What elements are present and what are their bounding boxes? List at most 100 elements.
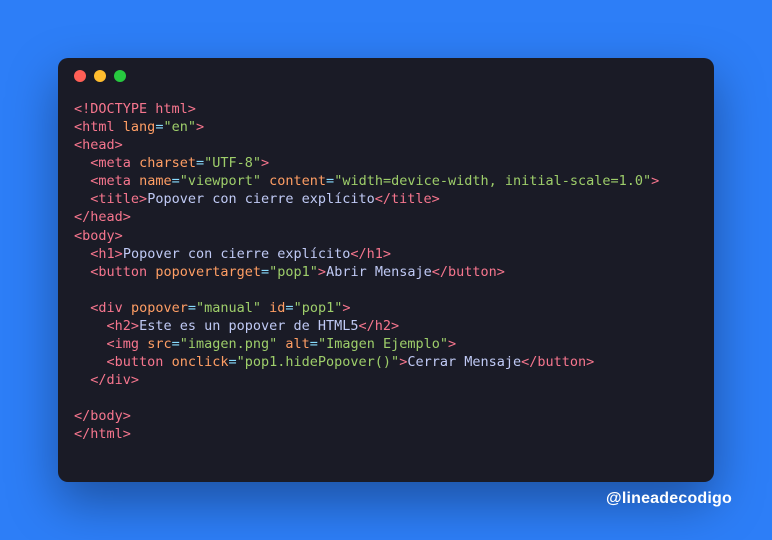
code-token: "UTF-8" — [204, 155, 261, 171]
code-token: "imagen.png" — [180, 336, 278, 352]
close-icon[interactable] — [74, 70, 86, 82]
code-token — [74, 173, 90, 189]
code-token: > — [115, 137, 123, 153]
code-token: body — [82, 228, 115, 244]
code-token — [131, 173, 139, 189]
code-token: id — [269, 300, 285, 316]
code-token: > — [139, 191, 147, 207]
code-token: > — [123, 408, 131, 424]
window-titlebar — [58, 58, 714, 94]
code-token — [261, 173, 269, 189]
code-line: <!DOCTYPE html> — [74, 101, 196, 117]
code-token: "width=device-width, initial-scale=1.0" — [334, 173, 651, 189]
code-token — [74, 354, 107, 370]
code-token: charset — [139, 155, 196, 171]
code-token: </ — [375, 191, 391, 207]
code-token — [74, 318, 107, 334]
code-token: > — [318, 264, 326, 280]
code-token: button — [448, 264, 497, 280]
code-token: > — [196, 119, 204, 135]
code-token — [139, 336, 147, 352]
maximize-icon[interactable] — [114, 70, 126, 82]
code-token: </ — [74, 426, 90, 442]
code-token: > — [131, 372, 139, 388]
code-token: < — [107, 336, 115, 352]
code-token: popovertarget — [155, 264, 261, 280]
code-token: </ — [90, 372, 106, 388]
code-token — [74, 372, 90, 388]
code-token: > — [342, 300, 350, 316]
code-token: > — [261, 155, 269, 171]
code-token — [74, 155, 90, 171]
code-token: meta — [98, 173, 131, 189]
code-token: h1 — [367, 246, 383, 262]
code-token — [74, 246, 90, 262]
code-token: button — [537, 354, 586, 370]
code-token: > — [123, 209, 131, 225]
code-token: "pop1.hidePopover()" — [237, 354, 400, 370]
code-token: = — [326, 173, 334, 189]
code-token: = — [261, 264, 269, 280]
watermark: @lineadecodigo — [606, 490, 732, 508]
code-token — [163, 354, 171, 370]
code-token: </ — [359, 318, 375, 334]
code-token — [131, 155, 139, 171]
code-token: title — [98, 191, 139, 207]
code-token: < — [74, 119, 82, 135]
code-token: > — [115, 228, 123, 244]
code-token: > — [432, 191, 440, 207]
code-token: > — [123, 426, 131, 442]
code-token: = — [188, 300, 196, 316]
code-token: < — [107, 318, 115, 334]
code-token: "pop1" — [294, 300, 343, 316]
code-token: "manual" — [196, 300, 261, 316]
code-token: Popover con cierre explícito — [147, 191, 375, 207]
code-token: button — [115, 354, 164, 370]
code-token: </ — [74, 209, 90, 225]
code-token: head — [82, 137, 115, 153]
code-token: = — [172, 173, 180, 189]
code-token — [115, 119, 123, 135]
code-token: < — [74, 137, 82, 153]
code-token: "en" — [163, 119, 196, 135]
code-token: Este es un popover de HTML5 — [139, 318, 358, 334]
code-token: > — [383, 246, 391, 262]
code-token: = — [285, 300, 293, 316]
code-token: < — [74, 228, 82, 244]
code-token: h2 — [115, 318, 131, 334]
code-token: > — [391, 318, 399, 334]
code-token: = — [310, 336, 318, 352]
code-token: content — [269, 173, 326, 189]
code-token: > — [131, 318, 139, 334]
code-window: <!DOCTYPE html> <html lang="en"> <head> … — [58, 58, 714, 482]
code-token: "viewport" — [180, 173, 261, 189]
code-token: src — [147, 336, 171, 352]
code-token — [261, 300, 269, 316]
code-token: > — [115, 246, 123, 262]
code-token: > — [448, 336, 456, 352]
code-token: onclick — [172, 354, 229, 370]
code-token: title — [391, 191, 432, 207]
code-token: Abrir Mensaje — [326, 264, 432, 280]
code-token: </ — [350, 246, 366, 262]
code-token — [74, 191, 90, 207]
code-token: div — [98, 300, 122, 316]
code-token: div — [107, 372, 131, 388]
code-token: > — [586, 354, 594, 370]
code-token: = — [196, 155, 204, 171]
code-token: body — [90, 408, 123, 424]
code-token: Cerrar Mensaje — [407, 354, 521, 370]
code-token: "pop1" — [269, 264, 318, 280]
code-token: img — [115, 336, 139, 352]
code-token — [74, 300, 90, 316]
code-token: lang — [123, 119, 156, 135]
code-token: alt — [285, 336, 309, 352]
code-token: < — [107, 354, 115, 370]
minimize-icon[interactable] — [94, 70, 106, 82]
code-token: html — [82, 119, 115, 135]
code-token: = — [228, 354, 236, 370]
code-token: "Imagen Ejemplo" — [318, 336, 448, 352]
code-token: </ — [521, 354, 537, 370]
code-token — [74, 336, 107, 352]
code-token: popover — [131, 300, 188, 316]
